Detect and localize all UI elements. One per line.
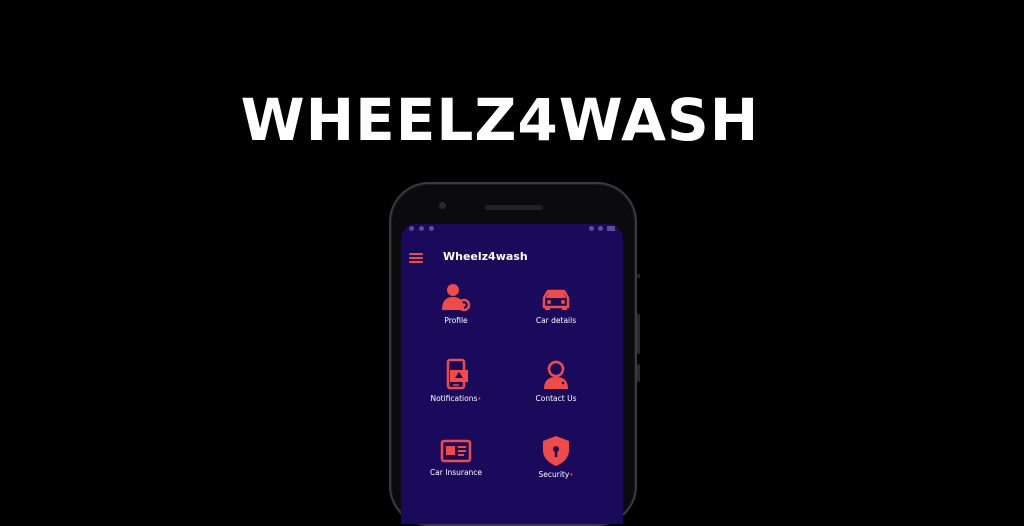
menu-label: Car details (535, 316, 577, 325)
alert-dot: • (569, 471, 574, 479)
hamburger-menu-icon[interactable] (409, 253, 423, 263)
menu-label: Car Insurance (429, 468, 483, 477)
menu-label: Security• (506, 470, 606, 479)
menu-tile-profile[interactable]: Profile (406, 282, 506, 342)
signal-icon (598, 226, 603, 231)
phone-volume-button (637, 314, 640, 354)
wifi-icon (589, 226, 594, 231)
shield-lock-icon (543, 436, 569, 466)
menu-tile-notifications[interactable]: Notifications• (406, 358, 506, 418)
app-title: Wheelz4wash (443, 250, 528, 263)
car-icon (542, 289, 570, 310)
menu-tile-car-insurance[interactable]: Car Insurance (406, 436, 506, 496)
phone-notification-icon (446, 358, 468, 390)
hero-title: WHEELZ4WASH (240, 86, 760, 154)
menu-tile-contact-us[interactable]: Contact Us (506, 358, 606, 418)
menu-label: Notifications• (406, 394, 506, 403)
id-card-icon (440, 439, 472, 463)
battery-icon (607, 226, 615, 231)
menu-label: Profile (444, 316, 468, 325)
front-camera (439, 202, 446, 209)
status-icon (419, 226, 424, 231)
menu-tile-security[interactable]: Security• (506, 434, 606, 494)
alert-dot: • (477, 395, 482, 403)
app-screen: Wheelz4wash Profile Car details Notifica… (401, 224, 623, 524)
phone-mockup: Wheelz4wash Profile Car details Notifica… (389, 182, 640, 526)
phone-side-button (637, 274, 640, 278)
status-bar (401, 224, 623, 236)
phone-power-button (637, 364, 640, 382)
phone-speaker (485, 205, 543, 210)
menu-label-text: Notifications (430, 394, 478, 403)
menu-label-text: Security (538, 470, 570, 479)
status-icon (429, 226, 434, 231)
support-agent-icon (544, 360, 568, 389)
profile-settings-icon (442, 284, 471, 312)
status-icon (409, 226, 414, 231)
menu-tile-car-details[interactable]: Car details (506, 282, 606, 342)
menu-label: Contact Us (535, 394, 577, 403)
app-bar: Wheelz4wash (401, 244, 623, 270)
